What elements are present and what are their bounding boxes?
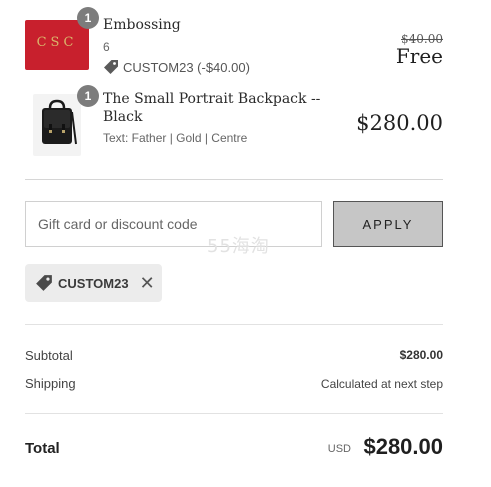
item-discount-text: CUSTOM23 (-$40.00) (123, 59, 250, 75)
divider (25, 324, 443, 325)
close-icon[interactable]: ✕ (140, 274, 155, 292)
quantity-badge: 1 (77, 7, 99, 29)
monogram-text: CSC (36, 35, 78, 50)
item-variant: Text: Father | Gold | Centre (103, 131, 248, 145)
tag-icon (35, 274, 53, 292)
item-title: Embossing (103, 17, 181, 33)
apply-button[interactable]: APPLY (333, 201, 443, 247)
quantity-badge: 1 (77, 85, 99, 107)
total-currency: USD (327, 443, 351, 455)
item-price: $280.00 (356, 111, 443, 135)
embossing-thumbnail: CSC (25, 20, 89, 70)
tag-icon (103, 59, 119, 75)
shipping-label: Shipping (25, 376, 76, 391)
line-item-backpack: 1 The Small Portrait Backpack -- Black T… (25, 85, 443, 164)
applied-code-label: CUSTOM23 (58, 275, 129, 291)
watermark: 55海淘 (207, 236, 270, 257)
shipping-value: Calculated at next step (320, 377, 443, 391)
divider (25, 179, 443, 180)
item-title: The Small Portrait Backpack -- Black (103, 91, 321, 125)
item-discount: CUSTOM23 (-$40.00) (103, 59, 250, 75)
item-variant: 6 (103, 40, 110, 54)
total-label: Total (25, 440, 60, 457)
discount-code-input[interactable] (25, 201, 322, 247)
total-value: $280.00 (363, 434, 443, 459)
divider (25, 413, 443, 414)
line-item-embossing: CSC 1 Embossing 6 CUSTOM23 (-$40.00) $40… (25, 7, 443, 80)
applied-discount-chip: CUSTOM23 ✕ (25, 264, 162, 302)
backpack-thumbnail (33, 94, 81, 156)
subtotal-value: $280.00 (399, 348, 443, 362)
backpack-image (42, 99, 77, 145)
item-price: Free (395, 44, 443, 68)
subtotal-label: Subtotal (25, 348, 73, 363)
